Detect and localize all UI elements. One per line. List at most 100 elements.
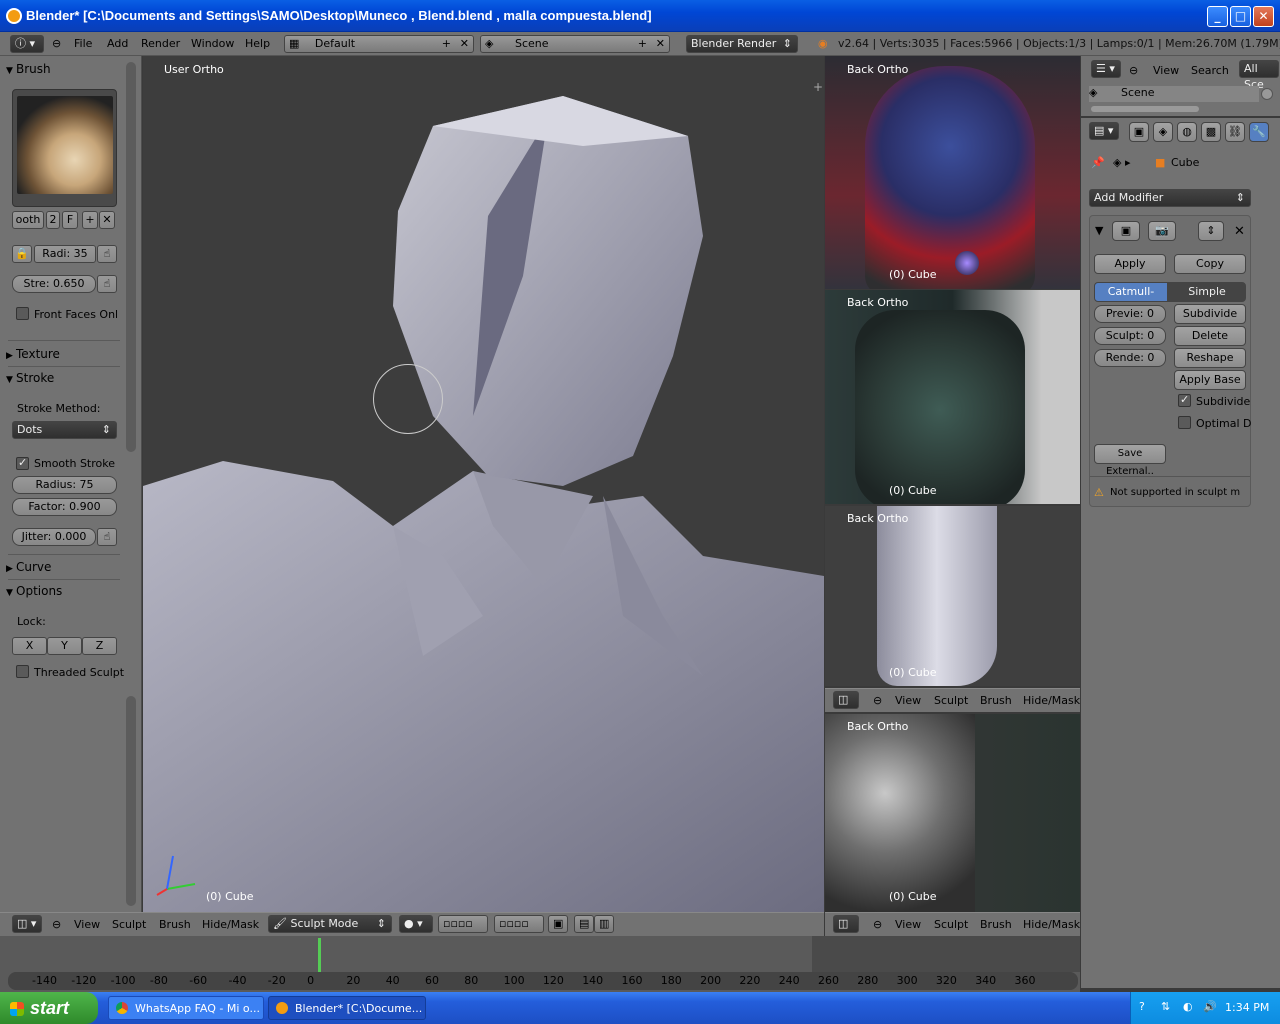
jitter-pressure-icon[interactable]: ☝ xyxy=(97,528,117,546)
menu-brush[interactable]: Brush xyxy=(980,694,1012,707)
reshape-button[interactable]: Reshape xyxy=(1174,348,1246,368)
tab-constraint-icon[interactable]: ⛓ xyxy=(1225,122,1245,142)
menu-view[interactable]: View xyxy=(895,918,921,931)
network-icon[interactable]: ⇅ xyxy=(1161,1000,1170,1013)
save-external-button[interactable]: Save External.. xyxy=(1094,444,1166,477)
remove-scene-icon[interactable]: ✕ xyxy=(656,36,665,52)
help-icon[interactable]: ? xyxy=(1139,1000,1145,1013)
taskbar-item-blender[interactable]: Blender* [C:\Docume... xyxy=(268,996,426,1020)
add-icon[interactable]: + xyxy=(442,36,451,52)
modifier-render-icon[interactable]: 📷 xyxy=(1148,221,1176,241)
outliner-scene-row[interactable]: ◈ Scene xyxy=(1089,86,1259,102)
tab-render-icon[interactable]: ▣ xyxy=(1129,122,1149,142)
threaded-sculpt-checkbox[interactable] xyxy=(16,665,29,678)
brush-users[interactable]: 2 xyxy=(46,211,60,229)
smooth-factor-field[interactable]: Factor: 0.900 xyxy=(12,498,117,516)
fake-user-button[interactable]: F xyxy=(62,211,78,229)
editor-type-3d-icon[interactable]: ◫ ▾ xyxy=(12,915,42,933)
menu-view[interactable]: View xyxy=(895,694,921,707)
lock-x-button[interactable]: X xyxy=(12,637,47,655)
apply-button[interactable]: Apply xyxy=(1094,254,1166,274)
front-faces-checkbox[interactable] xyxy=(16,307,29,320)
menu-sculpt[interactable]: Sculpt xyxy=(934,694,968,707)
menu-hide-mask[interactable]: Hide/Mask xyxy=(202,918,259,931)
simple-tab[interactable]: Simple xyxy=(1168,282,1246,302)
subdivide-button[interactable]: Subdivide xyxy=(1174,304,1246,324)
strength-field[interactable]: Stre: 0.650 xyxy=(12,275,96,293)
options-panel-header[interactable]: ▼ Options xyxy=(6,584,120,604)
subdivide-uvs-checkbox[interactable] xyxy=(1178,393,1191,407)
render-icon[interactable]: ▣ xyxy=(548,915,568,933)
lock-z-button[interactable]: Z xyxy=(82,637,117,655)
sculpt-levels-field[interactable]: Sculpt: 0 xyxy=(1094,327,1166,345)
stroke-method-dropdown[interactable]: Dots ⇕ xyxy=(12,421,117,439)
remove-modifier-icon[interactable]: ✕ xyxy=(1234,224,1245,239)
jitter-field[interactable]: Jitter: 0.000 xyxy=(12,528,96,546)
editor-type-3d-icon[interactable]: ◫ xyxy=(833,915,859,933)
menu-brush[interactable]: Brush xyxy=(980,918,1012,931)
shield-icon[interactable]: ◐ xyxy=(1183,1000,1193,1013)
layers-icon-2[interactable]: ▫▫▫▫ xyxy=(494,915,544,933)
maximize-button[interactable]: □ xyxy=(1230,6,1251,27)
mode-dropdown[interactable]: 🖌 Sculpt Mode ⇕ xyxy=(268,915,392,933)
lock-icon[interactable]: 🔒 xyxy=(12,245,32,263)
smooth-radius-field[interactable]: Radius: 75 xyxy=(12,476,117,494)
collapse-icon[interactable]: ⊖ xyxy=(52,37,61,50)
editor-type-info-icon[interactable]: ⓘ ▾ xyxy=(10,35,44,53)
timeline[interactable]: -140 -120 -100 -80 -60 -40 -20 0 20 40 60 80 100 120 1… xyxy=(0,936,1080,992)
close-button[interactable]: ✕ xyxy=(1253,6,1274,27)
brush-panel-header[interactable]: ▼ Brush xyxy=(6,62,120,82)
menu-sculpt[interactable]: Sculpt xyxy=(934,918,968,931)
menu-add[interactable]: Add xyxy=(107,37,128,50)
editor-type-outliner-icon[interactable]: ☰ ▾ xyxy=(1091,60,1121,78)
region-expand-icon[interactable]: + xyxy=(813,80,823,94)
remove-brush-icon[interactable]: ✕ xyxy=(99,211,115,229)
tool-shelf-scrollbar[interactable] xyxy=(126,62,136,452)
outliner-filter-dropdown[interactable]: All Sce xyxy=(1239,60,1279,91)
brush-name-field[interactable]: ooth xyxy=(12,211,44,229)
curve-panel-header[interactable]: ▶ Curve xyxy=(6,560,120,580)
back-ortho-view-1[interactable]: Back Ortho (0) Cube xyxy=(825,56,1080,289)
menu-hide-mask[interactable]: Hide/Mask xyxy=(1023,694,1080,707)
back-ortho-view-3[interactable]: Back Ortho (0) Cube xyxy=(825,506,1080,686)
back-ortho-view-4[interactable]: Back Ortho (0) Cube xyxy=(825,714,1080,912)
pressure-icon[interactable]: ☝ xyxy=(97,245,117,263)
menu-render[interactable]: Render xyxy=(141,37,180,50)
window-titlebar[interactable]: Blender* [C:\Documents and Settings\SAMO… xyxy=(0,0,1280,32)
delete-higher-button[interactable]: Delete Higher xyxy=(1174,326,1246,360)
menu-view[interactable]: View xyxy=(74,918,100,931)
modifier-realtime-icon[interactable]: ▣ xyxy=(1112,221,1140,241)
collapse-icon[interactable]: ⊖ xyxy=(873,694,882,707)
menu-sculpt[interactable]: Sculpt xyxy=(112,918,146,931)
menu-file[interactable]: File xyxy=(74,37,92,50)
smooth-stroke-checkbox[interactable] xyxy=(16,456,29,470)
back-ortho-view-2[interactable]: Back Ortho (0) Cube xyxy=(825,290,1080,504)
menu-window[interactable]: Window xyxy=(191,37,234,50)
main-3d-viewport[interactable]: User Ortho (0) Cube + xyxy=(143,56,824,912)
brush-preview[interactable] xyxy=(12,89,117,207)
radius-field[interactable]: Radi: 35 xyxy=(34,245,96,263)
pin-icon[interactable]: 📌 xyxy=(1091,156,1105,169)
outliner-scrollbar[interactable] xyxy=(1091,106,1199,112)
render-levels-field[interactable]: Rende: 0 xyxy=(1094,349,1166,367)
catmull-clark-tab[interactable]: Catmull-Clark xyxy=(1094,282,1168,316)
current-frame-marker[interactable] xyxy=(318,938,321,972)
add-modifier-dropdown[interactable]: Add Modifier ⇕ xyxy=(1089,189,1251,207)
copy-button[interactable]: Copy xyxy=(1174,254,1246,274)
layout-selector[interactable]: ▦ Default + ✕ xyxy=(284,35,474,53)
collapse-icon[interactable]: ⊖ xyxy=(52,918,61,931)
film-icon[interactable]: ▥ xyxy=(594,915,614,933)
minimize-button[interactable]: _ xyxy=(1207,6,1228,27)
texture-panel-header[interactable]: ▶ Texture xyxy=(6,347,120,367)
collapse-triangle-icon[interactable]: ▼ xyxy=(1095,224,1103,237)
layers-icon[interactable]: ▫▫▫▫ xyxy=(438,915,488,933)
add-brush-icon[interactable]: + xyxy=(82,211,98,229)
menu-hide-mask[interactable]: Hide/Mask xyxy=(1023,918,1080,931)
visibility-icon[interactable] xyxy=(1261,88,1273,100)
speaker-icon[interactable]: 🔊 xyxy=(1203,1000,1217,1013)
apply-base-button[interactable]: Apply Base xyxy=(1174,370,1246,390)
lock-y-button[interactable]: Y xyxy=(47,637,82,655)
collapse-icon[interactable]: ⊖ xyxy=(1129,64,1138,77)
tab-scene-icon[interactable]: ◈ xyxy=(1153,122,1173,142)
stroke-panel-header[interactable]: ▼ Stroke xyxy=(6,371,120,391)
